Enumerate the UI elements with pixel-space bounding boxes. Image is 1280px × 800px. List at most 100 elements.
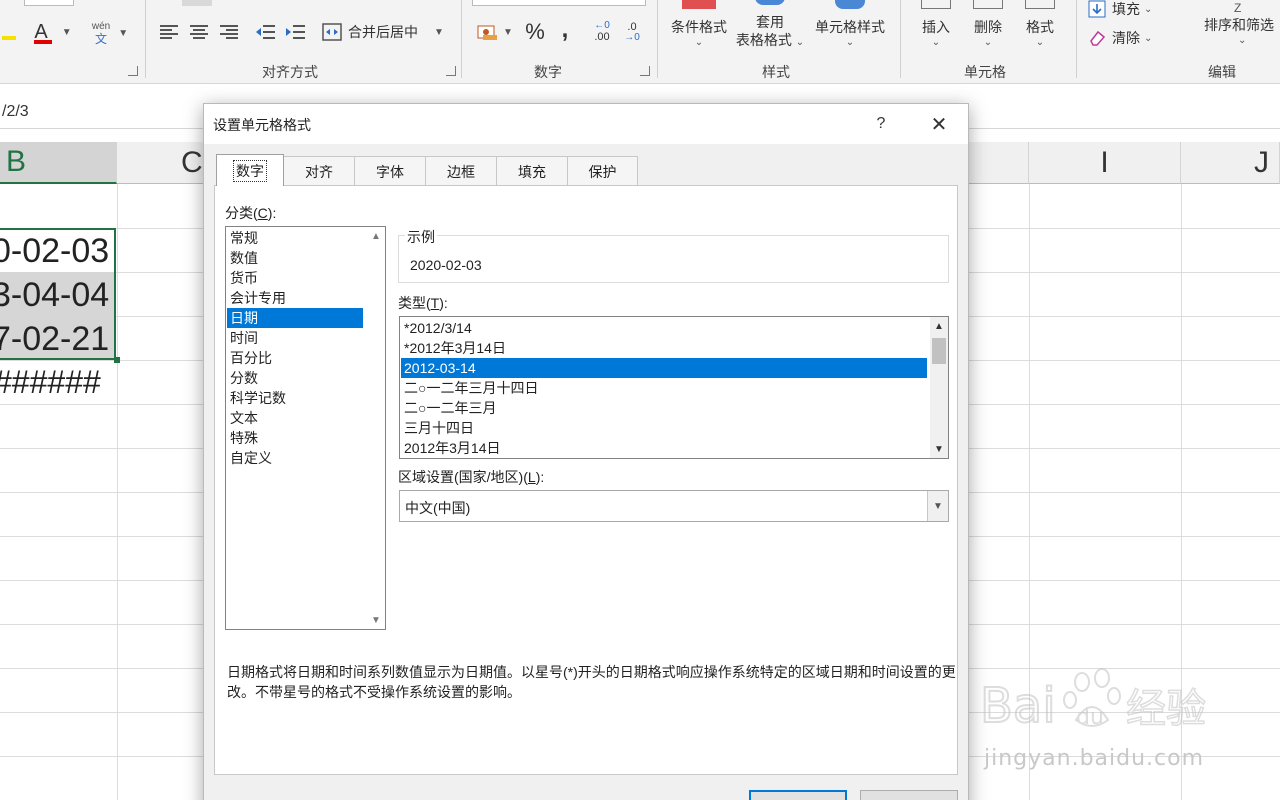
scroll-thumb[interactable] xyxy=(932,338,946,364)
decrease-indent-button[interactable] xyxy=(252,20,278,44)
locale-select[interactable]: 中文(中国) ▼ xyxy=(399,490,949,522)
insert-button[interactable]: 插入 ⌄ xyxy=(910,0,962,52)
font-size-box[interactable] xyxy=(24,0,74,6)
category-item[interactable]: 科学记数 xyxy=(227,388,363,408)
category-item[interactable]: 分数 xyxy=(227,368,363,388)
category-item[interactable]: 自定义 xyxy=(227,448,363,468)
type-item-selected[interactable]: 2012-03-14 xyxy=(401,358,927,378)
type-scrollbar[interactable]: ▲ ▼ xyxy=(930,317,948,458)
column-label: C xyxy=(181,145,203,179)
phonetic-button[interactable]: wén 文 ▼ xyxy=(88,18,132,48)
tab-font[interactable]: 字体 xyxy=(354,156,426,186)
format-button[interactable]: 格式 ⌄ xyxy=(1014,0,1066,52)
conditional-format-label: 条件格式 xyxy=(671,18,727,35)
chevron-down-icon: ▼ xyxy=(61,26,72,38)
ok-button[interactable] xyxy=(749,790,847,800)
conditional-format-button[interactable]: 条件格式 ⌄ xyxy=(664,0,734,52)
increase-indent-button[interactable] xyxy=(282,20,308,44)
number-tab-panel: 分类(C): 常规 数值 货币 会计专用 日期 时间 百分比 分数 科学记数 文… xyxy=(214,185,958,775)
category-item[interactable]: 特殊 xyxy=(227,428,363,448)
tab-fill[interactable]: 填充 xyxy=(496,156,568,186)
watermark-suffix: 经验 xyxy=(1126,686,1206,732)
align-right-button[interactable] xyxy=(216,20,242,44)
dialog-titlebar[interactable]: 设置单元格格式 ? ✕ xyxy=(204,104,968,144)
scroll-down-icon[interactable]: ▼ xyxy=(367,611,385,629)
font-color-button[interactable]: A ▼ xyxy=(30,18,76,46)
category-item[interactable]: 文本 xyxy=(227,408,363,428)
arrow-right-icon: →0 xyxy=(624,32,640,43)
sort-icon: Z xyxy=(1234,0,1242,15)
tab-number[interactable]: 数字 xyxy=(216,154,284,186)
delete-button[interactable]: 删除 ⌄ xyxy=(962,0,1014,52)
merge-center-button[interactable]: 合并后居中 ▼ xyxy=(322,20,452,44)
help-button[interactable]: ? xyxy=(866,110,896,138)
category-item[interactable]: 时间 xyxy=(227,328,363,348)
chevron-down-icon: ⌄ xyxy=(931,36,941,48)
highlight-color-button[interactable] xyxy=(0,22,18,44)
cancel-button[interactable] xyxy=(860,790,958,800)
number-group-launcher-icon[interactable] xyxy=(640,66,650,76)
accounting-icon xyxy=(477,25,498,40)
type-item[interactable]: *2012/3/14 xyxy=(401,318,927,338)
insert-label: 插入 xyxy=(922,18,950,35)
label-text: ): xyxy=(535,469,545,485)
category-item-selected[interactable]: 日期 xyxy=(227,308,363,328)
format-as-table-button[interactable]: 套用 表格格式 ⌄ xyxy=(730,0,810,52)
column-header-b[interactable]: B xyxy=(0,142,117,184)
tab-label: 字体 xyxy=(376,163,404,180)
scroll-down-icon[interactable]: ▼ xyxy=(930,440,948,458)
category-item[interactable]: 会计专用 xyxy=(227,288,363,308)
fill-handle[interactable] xyxy=(114,357,120,363)
type-item[interactable]: *2012年3月14日 xyxy=(401,338,927,358)
percent-button[interactable]: % xyxy=(522,18,548,46)
label-text: ): xyxy=(267,205,277,221)
tab-protection[interactable]: 保护 xyxy=(567,156,638,186)
type-item[interactable]: 二○一二年三月十四日 xyxy=(401,378,927,398)
cell-b5[interactable]: ###### xyxy=(0,364,101,401)
access-key: C xyxy=(257,205,268,221)
column-header-i[interactable]: I xyxy=(1029,142,1181,184)
cell-styles-button[interactable]: 单元格样式 ⌄ xyxy=(810,0,890,52)
column-header-j[interactable]: J xyxy=(1181,142,1280,184)
baidu-logo: Bai du 经验 xyxy=(979,668,1207,735)
chevron-down-icon: ▼ xyxy=(434,26,444,38)
category-list[interactable]: 常规 数值 货币 会计专用 日期 时间 百分比 分数 科学记数 文本 特殊 自定… xyxy=(225,226,386,630)
chevron-down-icon[interactable]: ▼ xyxy=(927,491,948,521)
scroll-up-icon[interactable]: ▲ xyxy=(367,227,385,245)
close-button[interactable]: ✕ xyxy=(922,110,956,138)
tab-alignment[interactable]: 对齐 xyxy=(283,156,355,186)
clear-button[interactable]: 清除 ⌄ xyxy=(1088,27,1162,49)
orientation-button[interactable] xyxy=(350,0,366,4)
decrease-decimal-button[interactable]: .0 →0 xyxy=(618,18,646,46)
type-item[interactable]: 二○一二年三月 xyxy=(401,398,927,418)
align-left-button[interactable] xyxy=(156,20,182,44)
font-group-launcher-icon[interactable] xyxy=(128,66,138,76)
accounting-format-button[interactable]: ▼ xyxy=(474,20,516,44)
comma-button[interactable]: , xyxy=(554,16,576,44)
column-header-h[interactable] xyxy=(965,142,1029,184)
tab-label: 数字 xyxy=(233,159,267,182)
scroll-up-icon[interactable]: ▲ xyxy=(930,317,948,335)
locale-label: 区域设置(国家/地区)(L): xyxy=(398,467,544,487)
align-center-button[interactable] xyxy=(186,20,212,44)
number-format-box[interactable] xyxy=(472,0,646,6)
column-header-c[interactable]: C xyxy=(117,142,213,184)
alignment-group-launcher-icon[interactable] xyxy=(446,66,456,76)
category-item[interactable]: 数值 xyxy=(227,248,363,268)
category-item[interactable]: 常规 xyxy=(227,228,363,248)
increase-decimal-button[interactable]: ←0 .00 xyxy=(588,18,616,46)
top-align-button[interactable] xyxy=(182,0,212,6)
type-list[interactable]: *2012/3/14 *2012年3月14日 2012-03-14 二○一二年三… xyxy=(399,316,949,459)
category-item[interactable]: 货币 xyxy=(227,268,363,288)
label-text: 区域设置(国家/地区)( xyxy=(398,469,528,485)
type-item[interactable]: 三月十四日 xyxy=(401,418,927,438)
chevron-down-icon: ⌄ xyxy=(1144,32,1153,44)
type-item[interactable]: 2012年3月14日 xyxy=(401,438,927,458)
category-item[interactable]: 百分比 xyxy=(227,348,363,368)
category-scrollbar[interactable]: ▲ ▼ xyxy=(367,227,385,629)
tab-border[interactable]: 边框 xyxy=(425,156,497,186)
sort-filter-button[interactable]: Z 排序和筛选 ⌄ xyxy=(1200,0,1280,52)
cell-styles-icon xyxy=(835,0,865,9)
fill-button[interactable]: 填充 ⌄ xyxy=(1088,0,1162,20)
sample-legend: 示例 xyxy=(405,227,437,247)
